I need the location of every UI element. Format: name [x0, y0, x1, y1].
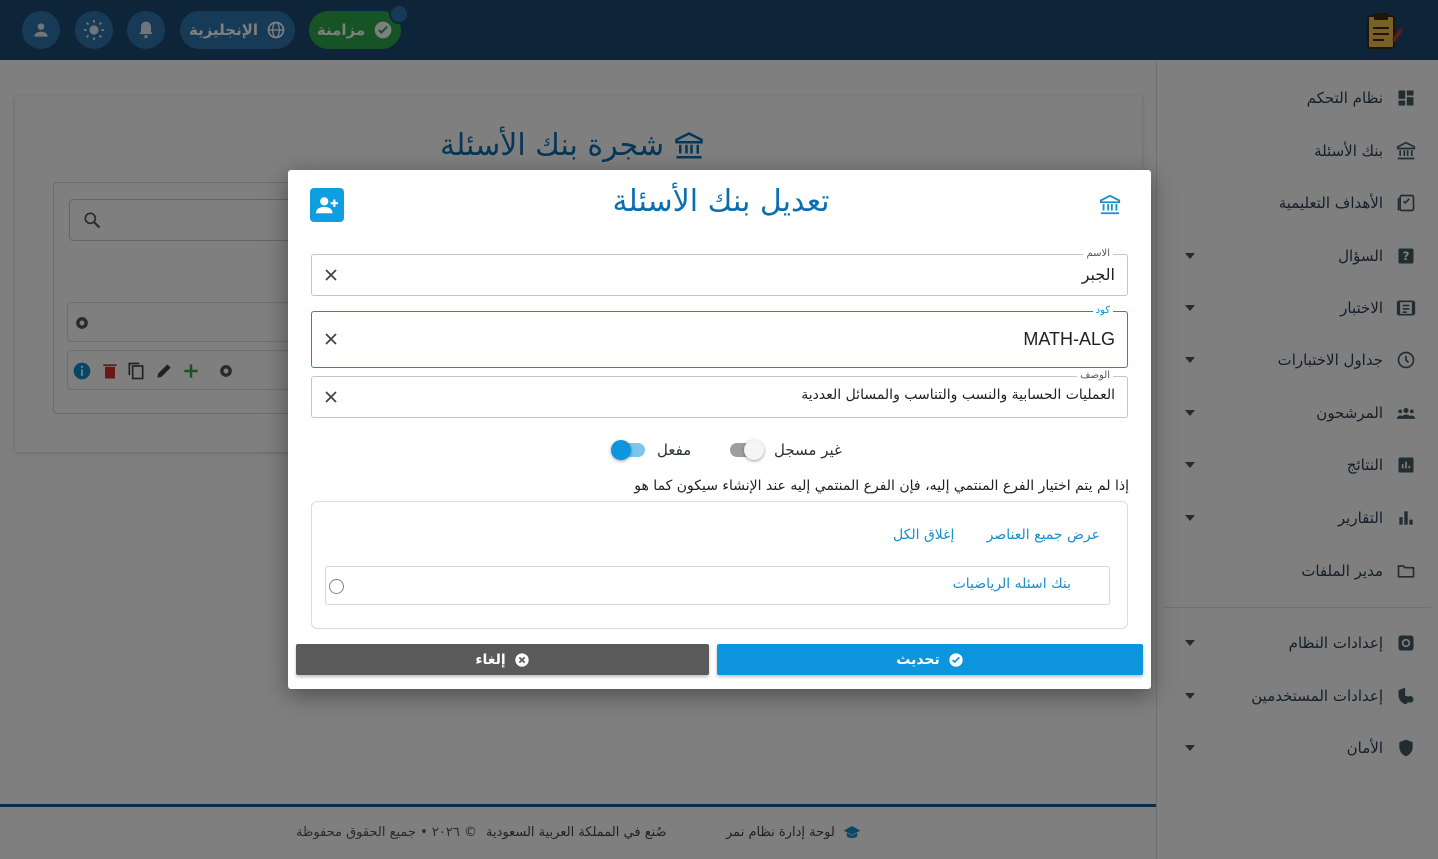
name-field-label: الاسم — [1083, 247, 1113, 261]
add-user-button[interactable] — [310, 188, 344, 222]
show-all-link[interactable]: عرض جميع العناصر — [987, 527, 1100, 543]
enabled-toggle[interactable] — [611, 440, 647, 460]
code-field[interactable]: كود MATH-ALG — [311, 304, 1128, 368]
clear-description-button[interactable] — [322, 388, 340, 406]
clear-name-button[interactable] — [322, 266, 340, 284]
tree-node-radio[interactable] — [329, 579, 344, 594]
unregistered-toggle-label: غير مسجل — [774, 441, 842, 459]
enabled-toggle-group: مفعل — [611, 440, 691, 460]
tree-node-label: بنك اسئله الرياضيات — [952, 576, 1071, 592]
close-icon — [325, 391, 337, 403]
close-icon — [325, 333, 337, 345]
description-field-value: العمليات الحسابية والنسب والتناسب والمسا… — [801, 387, 1115, 403]
close-circle-icon — [515, 652, 529, 667]
parent-branch-tree: عرض جميع العناصر إغلاق الكل بنك اسئله ال… — [311, 501, 1128, 629]
close-icon — [325, 269, 337, 281]
update-button[interactable]: تحديث — [717, 644, 1143, 675]
dialog-title: تعديل بنك الأسئلة — [612, 184, 830, 219]
parent-branch-hint: إذا لم يتم اختيار الفرع المنتمي إليه، فإ… — [634, 478, 1129, 494]
cancel-button-label: إلغاء — [475, 651, 506, 668]
update-button-label: تحديث — [896, 651, 940, 668]
unregistered-toggle[interactable] — [728, 440, 764, 460]
cancel-button[interactable]: إلغاء — [296, 644, 709, 675]
description-field[interactable]: الوصف العمليات الحسابية والنسب والتناسب … — [311, 369, 1128, 418]
name-field[interactable]: الاسم الجبر — [311, 247, 1128, 296]
bank-icon — [1099, 194, 1121, 215]
description-field-label: الوصف — [1077, 369, 1113, 383]
add-user-icon — [316, 197, 338, 214]
check-circle-icon — [949, 652, 963, 667]
name-field-value: الجبر — [1081, 265, 1115, 284]
clear-code-button[interactable] — [322, 330, 340, 348]
tree-node-math-bank[interactable]: بنك اسئله الرياضيات — [325, 566, 1110, 605]
code-field-value: MATH-ALG — [1023, 329, 1115, 349]
enabled-toggle-label: مفعل — [657, 441, 692, 459]
code-field-label: كود — [1092, 304, 1113, 318]
collapse-all-link[interactable]: إغلاق الكل — [893, 527, 954, 543]
edit-question-bank-dialog: تعديل بنك الأسئلة الاسم الجبر كود MATH-A… — [288, 170, 1151, 689]
unregistered-toggle-group: غير مسجل — [728, 440, 842, 460]
